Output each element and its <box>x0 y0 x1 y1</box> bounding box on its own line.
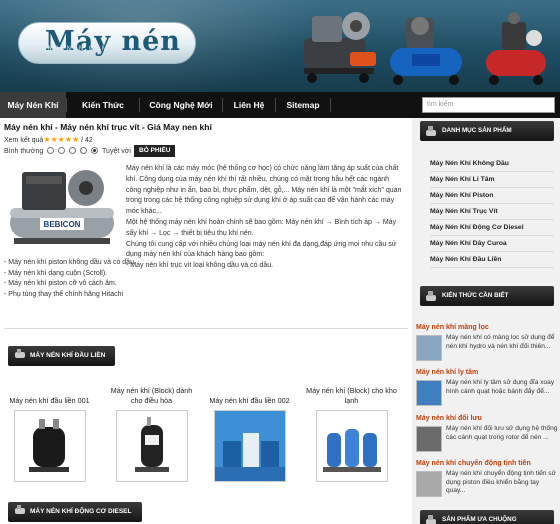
product-card[interactable]: Máy nén khí đầu liền 001 <box>2 384 97 482</box>
knowledge-item: Máy nén khí chuyển động tịnh tiến Máy né… <box>416 459 558 497</box>
section-header-diesel: MÁY NÉN KHÍ ĐỘNG CƠ DIESEL <box>8 502 142 522</box>
knowledge-excerpt: Máy nén khí chuyển động tịnh tiến sử dụn… <box>446 470 556 495</box>
vote-high-label: Tuyệt vời <box>102 148 131 155</box>
divider <box>4 328 408 329</box>
knowledge-title[interactable]: Máy nén khí đối lưu <box>416 414 558 423</box>
compressor-icon <box>426 291 436 301</box>
product-bullets: - Máy nén khí piston không dầu và có dầu… <box>4 258 136 300</box>
section-title: MÁY NÉN KHÍ ĐẦU LIỀN <box>30 352 106 359</box>
product-card[interactable]: Máy nén khí đầu liền 002 <box>202 384 297 482</box>
product-card-image[interactable] <box>13 410 86 482</box>
site-header: Máy nén MAYNEN.COM.VN <box>0 0 560 92</box>
category-link[interactable]: Máy Nén Khí Dây Curoa <box>430 236 554 252</box>
product-card-image[interactable] <box>213 410 286 482</box>
compressor-icon <box>15 349 25 358</box>
knowledge-thumbnail[interactable] <box>416 380 442 406</box>
product-card[interactable]: Máy nén khí (Block) cho kho lạnh <box>304 384 399 482</box>
product-image-brand: BEBICON <box>44 220 81 229</box>
nav-kien-thuc[interactable]: Kiến Thức <box>67 92 139 118</box>
section-title: MÁY NÉN KHÍ ĐỘNG CƠ DIESEL <box>30 508 132 515</box>
knowledge-thumbnail[interactable] <box>416 335 442 361</box>
vote-form: Bình thường Tuyệt vời <box>4 147 131 155</box>
logo-text: Máy nén <box>45 26 181 57</box>
knowledge-item: Máy nén khí đối lưu Máy nén khí đối lưu … <box>416 414 558 452</box>
nav-cong-nghe-moi[interactable]: Công Nghệ Mới <box>140 92 222 118</box>
category-link[interactable]: Máy Nén Khí Trục Vít <box>430 204 554 220</box>
bullet-item: - Máy nén khí piston cỡ vô cách âm. <box>4 280 117 288</box>
sidebar-header-categories: DANH MỤC SẢN PHẨM <box>420 121 554 141</box>
main-content: Máy nén khí - Máy nén khí trục vít - Giá… <box>0 118 412 524</box>
category-link[interactable]: Máy Nén Khí Không Dầu <box>430 156 554 172</box>
description-paragraph: - Máy nén khí trục vít loại không dầu và… <box>126 262 274 270</box>
page-title: Máy nén khí - Máy nén khí trục vít - Giá… <box>4 122 212 132</box>
rating-count: / 42 <box>81 137 93 144</box>
rating-summary: Xem kết quả★★★★★ / 42 <box>4 135 93 144</box>
product-card-name[interactable]: Máy nén khí (Block) cho kho lạnh <box>304 384 399 406</box>
product-card-name[interactable]: Máy nén khí đầu liền 001 <box>2 384 97 406</box>
knowledge-excerpt: Máy nén khí có màng lọc sử dụng để nén k… <box>446 334 555 350</box>
sidebar-title: DANH MỤC SẢN PHẨM <box>442 127 512 134</box>
category-link[interactable]: Máy Nén Khí Piston <box>430 188 554 204</box>
description-paragraph: Chúng tôi cung cấp với nhiều chủng loại … <box>126 240 397 259</box>
category-link[interactable]: Máy Nén Khí Li Tâm <box>430 172 554 188</box>
knowledge-title[interactable]: Máy nén khí chuyển động tịnh tiến <box>416 459 558 468</box>
description-paragraph: Một hệ thống máy nén khí hoàn chỉnh sẽ b… <box>126 218 397 237</box>
vote-radio-2[interactable] <box>58 147 66 154</box>
bullet-item: - Máy nén khí dạng cuộn (Scroll). <box>4 269 108 277</box>
product-card-image[interactable] <box>115 410 188 482</box>
compressor-icon <box>426 126 436 136</box>
description-paragraph: Máy nén khí là các máy móc (hệ thống cơ … <box>126 165 402 216</box>
sidebar-title: SẢN PHẨM ƯA CHUỘNG <box>442 516 517 523</box>
vote-radio-5[interactable] <box>91 147 99 154</box>
knowledge-title[interactable]: Máy nén khí ly tâm <box>416 368 558 377</box>
compressor-icon <box>426 515 436 524</box>
nav-sitemap[interactable]: Sitemap <box>276 92 330 118</box>
vote-button[interactable]: BỎ PHIẾU <box>134 145 176 157</box>
vote-radio-3[interactable] <box>69 147 77 154</box>
knowledge-thumbnail[interactable] <box>416 471 442 497</box>
vote-radio-4[interactable] <box>80 147 88 154</box>
knowledge-excerpt: Máy nén khí ly tâm sử dụng đĩa xoay hình… <box>446 379 555 395</box>
hero-compressor-1 <box>298 8 382 86</box>
bullet-item: - Máy nén khí piston không dầu và có dầu… <box>4 259 136 266</box>
logo-subtitle: MAYNEN.COM.VN <box>48 46 125 52</box>
section-header-dau-lien: MÁY NÉN KHÍ ĐẦU LIỀN <box>8 346 116 366</box>
product-card-name[interactable]: Máy nén khí đầu liền 002 <box>202 384 297 406</box>
product-card[interactable]: Máy nén khí (Block) dành cho điều hòa <box>104 384 199 482</box>
vote-radio-1[interactable] <box>47 147 55 154</box>
sidebar-header-knowledge: KIẾN THỨC CẦN BIẾT <box>420 286 554 306</box>
category-link[interactable]: Máy Nén Khí Động Cơ Diesel <box>430 220 554 236</box>
rating-stars: ★★★★★ <box>43 135 80 144</box>
rating-label: Xem kết quả <box>4 137 44 144</box>
knowledge-item: Máy nén khí ly tâm Máy nén khí ly tâm sử… <box>416 368 558 406</box>
vote-low-label: Bình thường <box>4 148 44 155</box>
nav-lien-he[interactable]: Liên Hệ <box>223 92 275 118</box>
knowledge-thumbnail[interactable] <box>416 426 442 452</box>
sidebar: DANH MỤC SẢN PHẨM Máy Nén Khí Không Dầu … <box>412 118 560 524</box>
search-input[interactable]: tìm kiếm <box>422 97 555 113</box>
nav-divider <box>330 98 331 112</box>
sidebar-title: KIẾN THỨC CẦN BIẾT <box>442 292 509 299</box>
product-card-name[interactable]: Máy nén khí (Block) dành cho điều hòa <box>104 384 199 406</box>
hero-compressor-2 <box>386 8 466 88</box>
product-image[interactable]: BEBICON <box>4 164 120 252</box>
compressor-icon <box>15 505 25 514</box>
category-link[interactable]: Máy Nén Khí Đầu Liền <box>430 252 554 268</box>
site-logo[interactable]: Máy nén <box>18 22 196 64</box>
product-card-image[interactable] <box>315 410 388 482</box>
sidebar-header-featured: SẢN PHẨM ƯA CHUỘNG <box>420 510 554 524</box>
knowledge-item: Máy nén khí màng lọc Máy nén khí có màng… <box>416 323 558 361</box>
hero-compressor-3 <box>476 8 556 88</box>
knowledge-title[interactable]: Máy nén khí màng lọc <box>416 323 558 332</box>
nav-may-nen-khi[interactable]: Máy Nén Khí <box>0 92 66 118</box>
knowledge-excerpt: Máy nén khí đối lưu sử dụng hệ thống các… <box>446 425 558 441</box>
bullet-item: - Phụ tùng thay thế chính hãng Hitachi <box>4 290 124 298</box>
product-description: Máy nén khí là các máy móc (hệ thống cơ … <box>126 164 406 272</box>
